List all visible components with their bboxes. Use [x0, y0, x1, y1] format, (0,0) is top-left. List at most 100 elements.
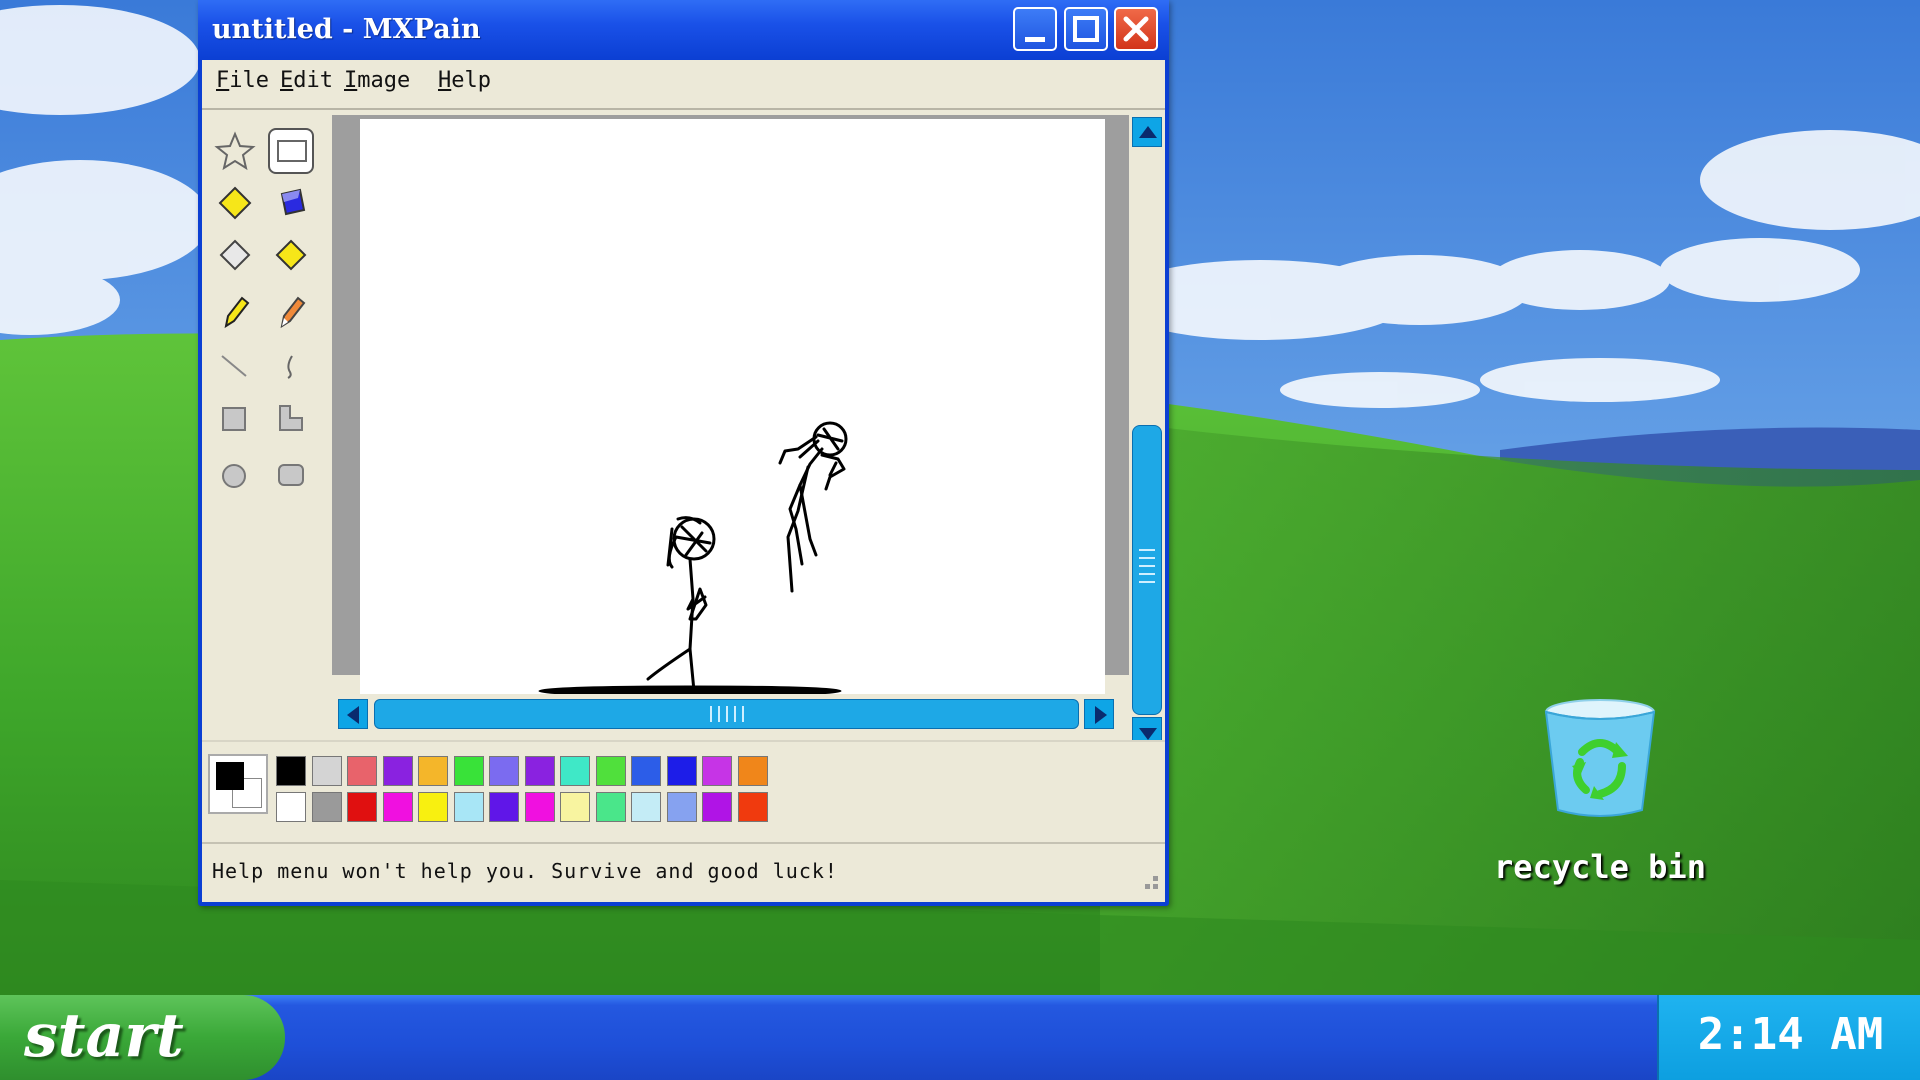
recycle-bin[interactable]: recycle bin [1490, 690, 1710, 890]
start-label: start [24, 1001, 184, 1071]
color-swatch[interactable] [347, 756, 377, 786]
rectangle-icon [222, 407, 246, 431]
color-swatch[interactable] [276, 756, 306, 786]
rounded-rect-icon [278, 464, 304, 486]
color-swatch[interactable] [666, 792, 697, 822]
paint-window: untitled - MXPain File Edit Image Help H… [198, 0, 1169, 906]
polygon-icon [279, 405, 303, 431]
close-icon [1123, 16, 1149, 42]
color-palette [202, 740, 1165, 842]
start-button[interactable]: start [0, 995, 285, 1080]
color-swatch[interactable] [418, 792, 448, 822]
color-swatch[interactable] [524, 756, 555, 786]
menu-file[interactable]: File [216, 68, 269, 93]
curve-icon [287, 355, 293, 379]
line-icon [221, 355, 247, 377]
horizontal-scroll-thumb[interactable] [374, 699, 1079, 729]
scroll-right-button[interactable] [1084, 699, 1114, 729]
current-colors [208, 754, 268, 814]
recycle-bin-label: recycle bin [1494, 848, 1706, 886]
status-text: Help menu won't help you. Survive and go… [212, 859, 838, 883]
curve-tool[interactable] [268, 344, 314, 390]
maximize-icon [1073, 16, 1099, 42]
color-picker-icon [275, 239, 307, 271]
recycle-bin-icon [1544, 699, 1656, 817]
title-bar[interactable]: untitled - MXPain [198, 0, 1169, 60]
menu-image[interactable]: Image [344, 68, 410, 93]
vertical-scrollbar[interactable] [1129, 115, 1165, 755]
color-swatch[interactable] [311, 792, 342, 822]
scroll-up-button[interactable] [1132, 117, 1162, 147]
arrow-up-icon [1139, 126, 1157, 138]
color-swatch[interactable] [453, 756, 484, 786]
color-swatch[interactable] [702, 792, 732, 822]
vertical-scroll-thumb[interactable] [1132, 425, 1162, 715]
color-swatch[interactable] [489, 756, 519, 786]
clock: 2:14 AM [1697, 1009, 1884, 1060]
minimize-icon [1025, 37, 1045, 42]
menu-bar: File Edit Image Help [202, 60, 1165, 104]
grip-lines-icon [1139, 549, 1155, 583]
menu-edit[interactable]: Edit [280, 68, 333, 93]
menu-separator [202, 108, 1165, 110]
taskbar: start 2:14 AM [0, 995, 1920, 1080]
polygon-tool[interactable] [268, 396, 314, 442]
color-swatch[interactable] [453, 792, 484, 822]
scroll-left-button[interactable] [338, 699, 368, 729]
status-separator [202, 842, 1165, 844]
color-swatch[interactable] [418, 756, 448, 786]
eraser-tool[interactable] [212, 232, 258, 278]
maximize-button[interactable] [1064, 7, 1108, 51]
color-picker-tool[interactable] [268, 232, 314, 278]
rounded-rect-tool[interactable] [268, 452, 314, 498]
color-swatch[interactable] [595, 756, 626, 786]
ellipse-icon [222, 464, 246, 488]
color-swatch[interactable] [595, 792, 626, 822]
system-tray: 2:14 AM [1657, 995, 1920, 1080]
horizontal-scrollbar[interactable] [336, 696, 1126, 732]
color-swatch[interactable] [489, 792, 519, 822]
color-swatch[interactable] [382, 756, 413, 786]
color-swatch[interactable] [737, 792, 768, 822]
toolbox [202, 112, 332, 732]
pencil-icon [224, 296, 250, 329]
grip-lines-icon [710, 706, 744, 722]
color-swatch[interactable] [666, 756, 697, 786]
star-select-icon [214, 131, 256, 171]
rect-select-tool[interactable] [268, 128, 314, 174]
rectangle-tool[interactable] [212, 396, 258, 442]
color-swatch[interactable] [631, 756, 661, 786]
star-select-tool[interactable] [212, 128, 258, 174]
status-bar: Help menu won't help you. Survive and go… [202, 845, 1165, 902]
foreground-color[interactable] [216, 762, 244, 790]
window-title: untitled - MXPain [212, 14, 481, 45]
drawing-canvas[interactable] [360, 119, 1105, 694]
color-swatch[interactable] [560, 792, 590, 822]
color-swatch[interactable] [524, 792, 555, 822]
fill-blue-tool[interactable] [268, 180, 314, 226]
close-button[interactable] [1114, 7, 1158, 51]
rect-select-icon [277, 140, 307, 162]
ellipse-tool[interactable] [212, 452, 258, 498]
line-tool[interactable] [212, 344, 258, 390]
canvas-area [332, 115, 1132, 694]
arrow-right-icon [1095, 706, 1107, 724]
color-swatch[interactable] [311, 756, 342, 786]
color-swatch[interactable] [560, 756, 590, 786]
color-swatch[interactable] [276, 792, 306, 822]
color-swatch[interactable] [737, 756, 768, 786]
minimize-button[interactable] [1013, 7, 1057, 51]
color-swatch[interactable] [631, 792, 661, 822]
resize-grip-icon[interactable] [1139, 872, 1161, 894]
window-client: File Edit Image Help Help menu won't hel… [202, 60, 1165, 902]
fill-blue-icon [280, 188, 306, 216]
color-swatch[interactable] [382, 792, 413, 822]
color-swatch[interactable] [702, 756, 732, 786]
eraser-icon [219, 239, 251, 271]
fill-yellow-tool[interactable] [212, 180, 258, 226]
pencil-tool[interactable] [212, 288, 258, 334]
color-swatch[interactable] [347, 792, 377, 822]
fill-yellow-icon [218, 186, 252, 220]
brush-tool[interactable] [268, 288, 314, 334]
menu-help[interactable]: Help [438, 68, 491, 93]
